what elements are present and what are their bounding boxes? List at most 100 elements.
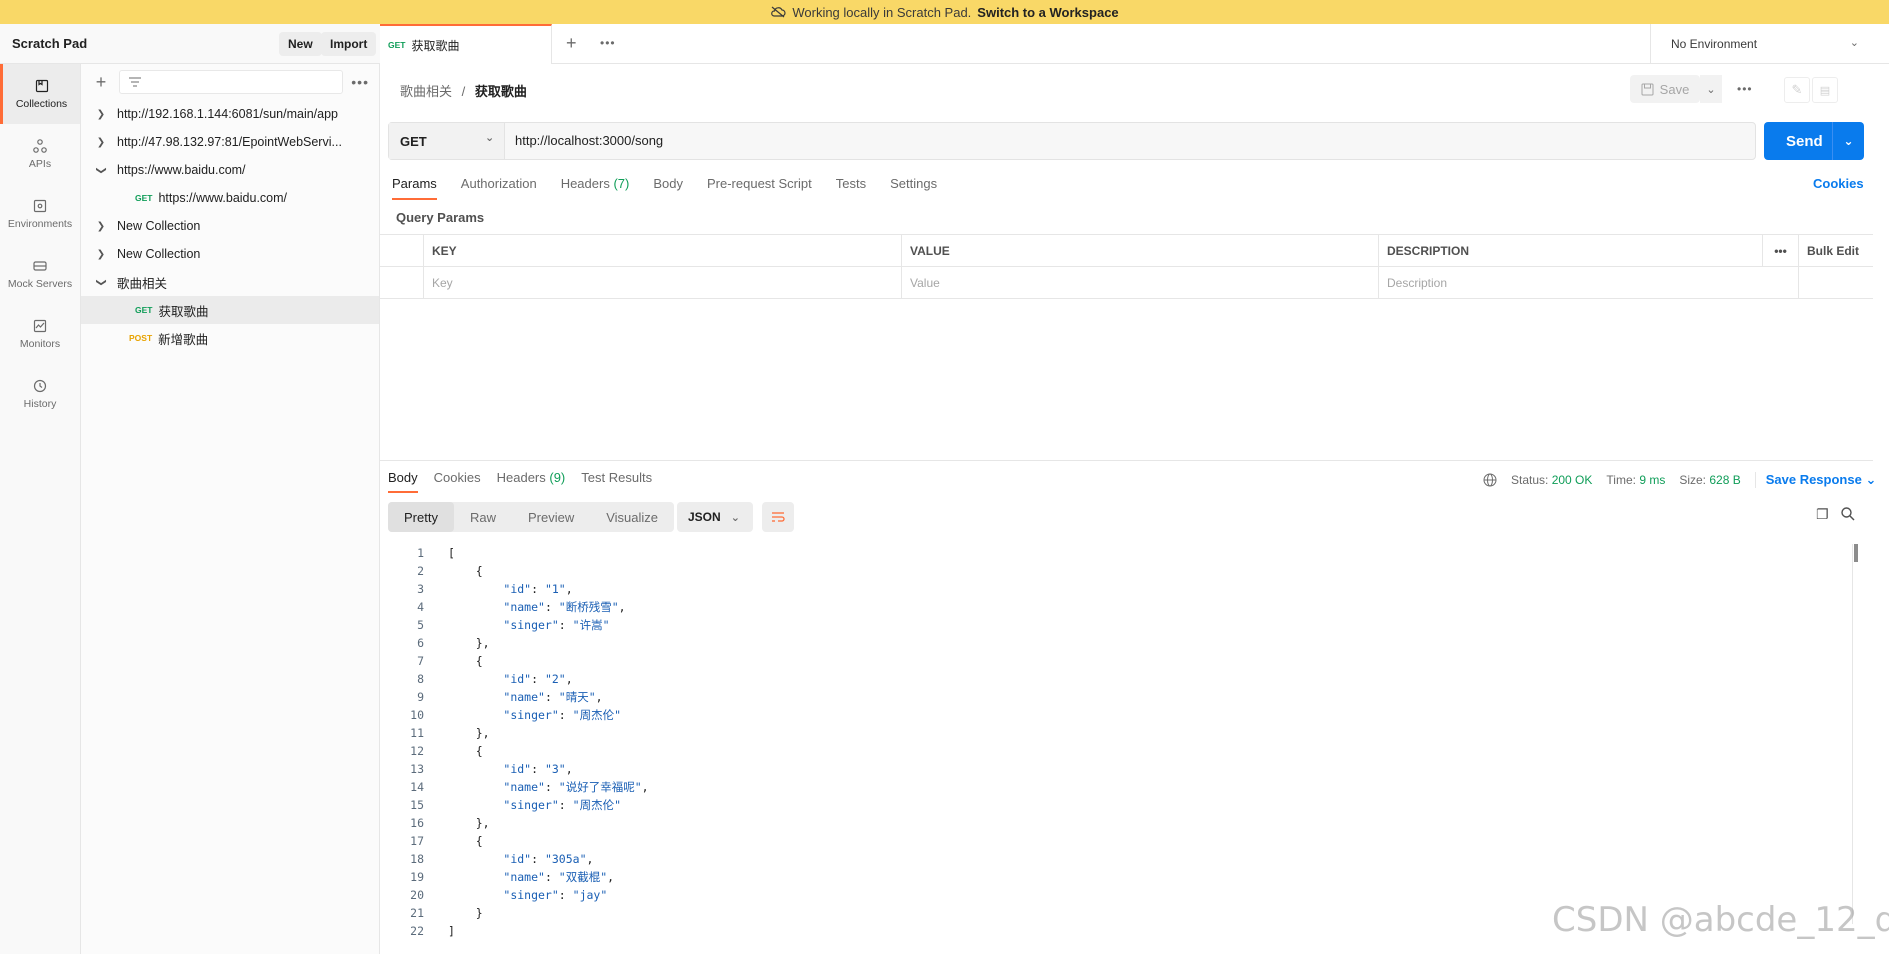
chevron-down-icon: ⌄ (485, 132, 495, 144)
import-button[interactable]: Import (321, 32, 377, 56)
chevron-right-icon: ❯ (96, 136, 106, 148)
query-params-title: Query Params (396, 210, 485, 225)
collection-item[interactable]: ❯ New Collection (81, 212, 379, 240)
collection-item[interactable]: ❯ http://192.168.1.144:6081/sun/main/app (81, 100, 379, 128)
nav-environments[interactable]: Environments (0, 184, 80, 244)
collection-item[interactable]: ❯ New Collection (81, 240, 379, 268)
filter-input[interactable] (119, 70, 344, 94)
response-tab-cookies[interactable]: Cookies (434, 470, 481, 493)
view-visualize[interactable]: Visualize (590, 502, 674, 532)
tab-params[interactable]: Params (392, 176, 437, 200)
code-text: { (448, 564, 483, 578)
nav-label: History (23, 398, 57, 410)
collection-tree: ❯ http://192.168.1.144:6081/sun/main/app … (81, 100, 379, 352)
response-body[interactable]: 1[2 {3 "id": "1", 4 "name": "断桥残雪", 5 "sin… (380, 544, 1850, 944)
globe-icon[interactable] (1483, 473, 1497, 487)
code-text: "name": "说好了幸福呢", (503, 780, 649, 794)
send-button[interactable]: Send ⌄ (1764, 122, 1864, 160)
tab-settings[interactable]: Settings (890, 176, 937, 200)
request-item[interactable]: GET https://www.baidu.com/ (81, 184, 379, 212)
code-text: }, (448, 726, 490, 740)
request-item[interactable]: POST 新增歌曲 (81, 324, 379, 352)
tab-body[interactable]: Body (653, 176, 683, 200)
tab-options-icon[interactable]: ••• (600, 36, 616, 50)
nav-collections[interactable]: Collections (0, 64, 80, 124)
view-pretty[interactable]: Pretty (388, 502, 454, 532)
scrollbar-thumb[interactable] (1854, 544, 1858, 562)
code-line: 15 "singer": "周杰伦" (380, 796, 1850, 814)
tab-authorization[interactable]: Authorization (461, 176, 537, 200)
format-select[interactable]: JSON ⌄ (677, 502, 753, 532)
tab-headers[interactable]: Headers (7) (561, 176, 630, 200)
code-line: 3 "id": "1", (380, 580, 1850, 598)
collection-item[interactable]: ❯ http://47.98.132.97:81/EpointWebServi..… (81, 128, 379, 156)
code-text: "name": "断桥残雪", (503, 600, 626, 614)
response-tab-test-results[interactable]: Test Results (581, 470, 652, 493)
param-key-input[interactable]: Key (424, 267, 902, 298)
code-line: 6 }, (380, 634, 1850, 652)
left-nav: Collections APIs Environments Mock Serve… (0, 64, 81, 954)
new-tab-icon[interactable]: + (566, 33, 577, 54)
documentation-icon[interactable]: ▤ (1812, 77, 1838, 103)
size-value: 628 B (1709, 473, 1741, 487)
nav-label: APIs (28, 158, 52, 170)
bulk-edit-button[interactable]: Bulk Edit (1799, 235, 1873, 266)
request-item[interactable]: GET 获取歌曲 (81, 296, 379, 324)
size-label: Size: 628 B (1679, 473, 1741, 487)
cookies-link[interactable]: Cookies (1813, 176, 1864, 191)
nav-history[interactable]: History (0, 364, 80, 424)
send-dropdown-icon[interactable]: ⌄ (1832, 122, 1864, 160)
save-button[interactable]: Save (1630, 75, 1700, 103)
view-preview[interactable]: Preview (512, 502, 590, 532)
edit-icon[interactable]: ✎ (1784, 77, 1810, 103)
tab-prerequest-script[interactable]: Pre-request Script (707, 176, 812, 200)
tab-tests[interactable]: Tests (836, 176, 866, 200)
code-text: "singer": "周杰伦" (503, 708, 621, 722)
collection-item[interactable]: ❯ 歌曲相关 (81, 268, 379, 296)
code-text: "id": "3", (503, 762, 573, 776)
response-tab-headers[interactable]: Headers (9) (497, 470, 566, 493)
column-options-icon[interactable]: ••• (1763, 235, 1799, 266)
code-line: 11 }, (380, 724, 1850, 742)
nav-mock-servers[interactable]: Mock Servers (0, 244, 80, 304)
code-text: } (448, 906, 483, 920)
save-response-button[interactable]: Save Response ⌄ (1754, 472, 1876, 488)
search-icon[interactable] (1840, 506, 1856, 522)
line-number: 14 (410, 780, 424, 794)
more-actions-icon[interactable]: ••• (1737, 82, 1753, 96)
line-number: 5 (417, 618, 424, 632)
code-line: 2 { (380, 562, 1850, 580)
collection-item[interactable]: ❯ https://www.baidu.com/ (81, 156, 379, 184)
breadcrumb-parent[interactable]: 歌曲相关 (400, 84, 452, 99)
nav-monitors[interactable]: Monitors (0, 304, 80, 364)
line-number: 4 (417, 600, 424, 614)
code-text: "id": "2", (503, 672, 573, 686)
environment-select[interactable]: No Environment ⌄ (1650, 24, 1889, 64)
switch-workspace-link[interactable]: Switch to a Workspace (977, 5, 1118, 20)
chevron-right-icon: ❯ (96, 248, 106, 260)
param-value-input[interactable]: Value (902, 267, 1379, 298)
more-icon[interactable]: ••• (351, 74, 369, 90)
code-line: 8 "id": "2", (380, 670, 1850, 688)
wrap-lines-icon[interactable] (762, 502, 794, 532)
time-label: Time: 9 ms (1606, 473, 1666, 487)
add-icon[interactable]: + (91, 72, 111, 93)
method-select[interactable]: GET ⌄ (389, 123, 505, 159)
code-text: { (448, 744, 483, 758)
url-input[interactable]: http://localhost:3000/song (515, 133, 663, 148)
column-value: VALUE (902, 235, 1379, 266)
view-raw[interactable]: Raw (454, 502, 512, 532)
line-number: 18 (410, 852, 424, 866)
param-description-input[interactable]: Description (1379, 267, 1799, 298)
breadcrumb-current[interactable]: 获取歌曲 (475, 84, 527, 99)
new-button[interactable]: New (279, 32, 322, 56)
response-divider[interactable] (380, 460, 1873, 461)
tab-get-song[interactable]: GET 获取歌曲 (380, 24, 552, 64)
line-number: 12 (410, 744, 424, 758)
response-tab-body[interactable]: Body (388, 470, 418, 493)
nav-apis[interactable]: APIs (0, 124, 80, 184)
copy-icon[interactable]: ❐ (1816, 506, 1829, 523)
scrollbar[interactable] (1852, 544, 1858, 924)
time-value: 9 ms (1639, 473, 1666, 487)
save-dropdown-icon[interactable]: ⌄ (1700, 75, 1722, 103)
